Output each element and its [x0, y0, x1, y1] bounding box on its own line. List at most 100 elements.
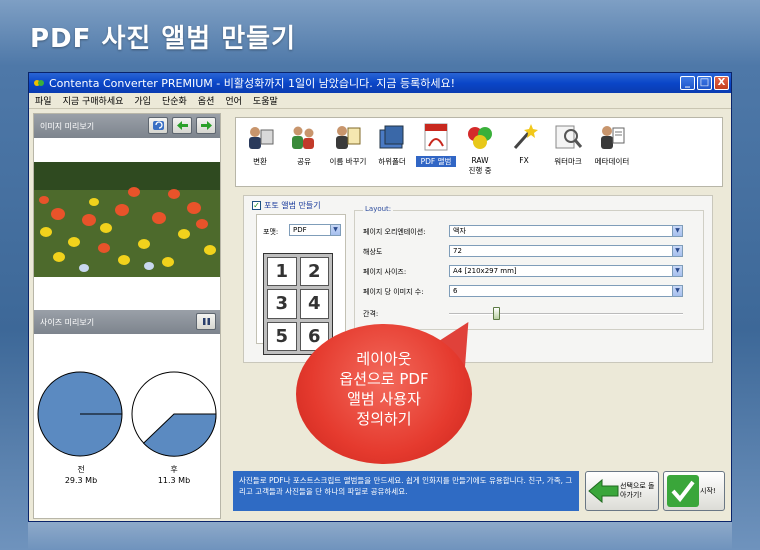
pause-icon: [202, 318, 210, 325]
tool-share[interactable]: 공유: [284, 122, 324, 167]
photo-album-title: 포토 앨범 만들기: [264, 201, 321, 210]
menu-help[interactable]: 도움말: [253, 94, 278, 107]
tool-raw-label: RAW 진행 중: [468, 156, 492, 175]
layout-legend: Layout:: [363, 205, 394, 213]
size-preview-header: 사이즈 미리보기: [34, 310, 220, 334]
grid-cell-4: 4: [299, 289, 329, 319]
tool-subfolder-label: 하위폴더: [378, 157, 406, 166]
tool-raw[interactable]: RAW 진행 중: [460, 122, 500, 176]
chevron-down-icon: ▼: [672, 246, 682, 256]
tool-fx[interactable]: FX: [504, 122, 544, 165]
tool-convert[interactable]: 변환: [240, 122, 280, 167]
description-box: 사진들로 PDF나 포스트스크립트 앨범들을 만드세요. 쉽게 인화지를 만들기…: [233, 471, 579, 511]
grid-cell-3: 3: [267, 289, 297, 319]
spacing-label: 간격:: [363, 310, 379, 318]
callout-line-4: 정의하기: [356, 410, 412, 428]
maximize-button[interactable]: □: [697, 76, 712, 90]
menu-buy-now[interactable]: 지금 구매하세요: [63, 94, 124, 107]
tool-metadata[interactable]: 메타데이터: [592, 122, 632, 167]
spacing-slider-thumb[interactable]: [492, 307, 500, 320]
arrow-left-icon: [176, 121, 188, 130]
photo-album-checkbox[interactable]: ✓: [252, 201, 261, 210]
close-button[interactable]: X: [714, 76, 729, 90]
grid-cell-2: 2: [299, 257, 329, 287]
orientation-value: 액자: [453, 227, 466, 235]
window-reflection: [28, 522, 732, 550]
people-convert-icon: [249, 127, 274, 149]
page-size-select[interactable]: A4 [210x297 mm] ▼: [449, 265, 683, 277]
before-size: 29.3 Mb: [64, 476, 98, 485]
menu-register[interactable]: 가입: [134, 94, 151, 107]
image-preview-header: 이미지 미리보기: [34, 114, 220, 138]
images-per-page-select[interactable]: 6 ▼: [449, 285, 683, 297]
minimize-button[interactable]: _: [680, 76, 695, 90]
chevron-down-icon: ▼: [672, 286, 682, 296]
callout-line-2: 옵션으로 PDF: [339, 370, 429, 388]
previous-image-button[interactable]: [172, 117, 192, 134]
tool-fx-label: FX: [519, 156, 529, 165]
menu-simplify[interactable]: 단순화: [162, 94, 187, 107]
pdf-icon: [424, 123, 448, 151]
tool-watermark-label: 워터마크: [554, 157, 582, 166]
magnifier-icon: [555, 125, 583, 149]
people-share-icon: [292, 126, 314, 149]
app-logo-icon: [34, 80, 44, 86]
orientation-select[interactable]: 액자 ▼: [449, 225, 683, 237]
before-label: 전: [77, 465, 85, 474]
images-per-page-value: 6: [453, 287, 458, 295]
after-size: 11.3 Mb: [157, 476, 191, 485]
grid-cell-5: 5: [267, 321, 297, 351]
menu-file[interactable]: 파일: [35, 94, 52, 107]
before-size-pie: [37, 371, 217, 457]
tool-subfolder[interactable]: 하위폴더: [372, 122, 412, 167]
grid-cell-1: 1: [267, 257, 297, 287]
format-value: PDF: [293, 226, 307, 234]
chevron-down-icon: ▼: [672, 226, 682, 236]
tool-pdf-album[interactable]: PDF 앨범: [416, 122, 456, 167]
start-button[interactable]: 시작!: [663, 471, 725, 511]
title-bar[interactable]: Contenta Converter PREMIUM - 비활성화까지 1일이 …: [29, 73, 731, 93]
folder-icon: [379, 125, 404, 149]
preview-photo: [34, 162, 220, 277]
size-preview-title: 사이즈 미리보기: [40, 317, 95, 327]
back-to-selection-button[interactable]: 선택으로 돌아가기!: [585, 471, 659, 511]
wand-icon: [513, 124, 538, 149]
format-select[interactable]: PDF ▼: [289, 224, 341, 236]
spacing-slider-track[interactable]: [449, 313, 683, 315]
tool-rename[interactable]: 이름 바꾸기: [328, 122, 368, 167]
tool-convert-label: 변환: [253, 157, 267, 166]
left-panel: 이미지 미리보기 사이즈 미리보기 전 29.3 Mb 후 11.3 Mb: [33, 113, 221, 519]
chevron-down-icon: ▼: [330, 225, 340, 235]
rotate-icon: [152, 121, 164, 130]
size-charts: 전 29.3 Mb 후 11.3 Mb: [34, 334, 220, 518]
callout-line-1: 레이아웃: [356, 350, 412, 368]
tool-share-label: 공유: [297, 157, 311, 166]
page-size-label: 페이지 사이즈:: [363, 268, 407, 276]
format-label: 포맷:: [263, 228, 279, 236]
rotate-button[interactable]: [148, 117, 168, 134]
orientation-label: 페이지 오리엔테이션:: [363, 228, 426, 236]
menu-options[interactable]: 옵션: [198, 94, 215, 107]
checkmark-icon: [667, 475, 699, 507]
page-size-value: A4 [210x297 mm]: [453, 267, 517, 275]
raw-icon: [468, 127, 492, 149]
metadata-icon: [601, 126, 625, 149]
photo-album-toggle[interactable]: ✓ 포토 앨범 만들기: [252, 200, 321, 211]
menu-language[interactable]: 언어: [225, 94, 242, 107]
resolution-label: 해상도: [363, 248, 383, 256]
tool-pdf-album-label: PDF 앨범: [416, 156, 456, 167]
callout-line-3: 앨범 사용자: [347, 390, 421, 408]
tool-watermark[interactable]: 워터마크: [548, 122, 588, 167]
chevron-down-icon: ▼: [672, 266, 682, 276]
images-per-page-label: 페이지 당 이미지 수:: [363, 288, 424, 296]
window-title: Contenta Converter PREMIUM - 비활성화까지 1일이 …: [49, 77, 456, 90]
pause-button[interactable]: [196, 313, 216, 330]
resolution-select[interactable]: 72 ▼: [449, 245, 683, 257]
after-label: 후: [170, 465, 178, 474]
tool-rename-label: 이름 바꾸기: [329, 157, 367, 166]
resolution-value: 72: [453, 247, 462, 255]
next-image-button[interactable]: [196, 117, 216, 134]
tool-metadata-label: 메타데이터: [594, 157, 630, 166]
rename-icon: [336, 126, 361, 149]
function-toolbar: 변환 공유 이름 바꾸기 하위폴더 PDF 앨범 RAW 진행 중 FX 워터마…: [235, 117, 723, 187]
